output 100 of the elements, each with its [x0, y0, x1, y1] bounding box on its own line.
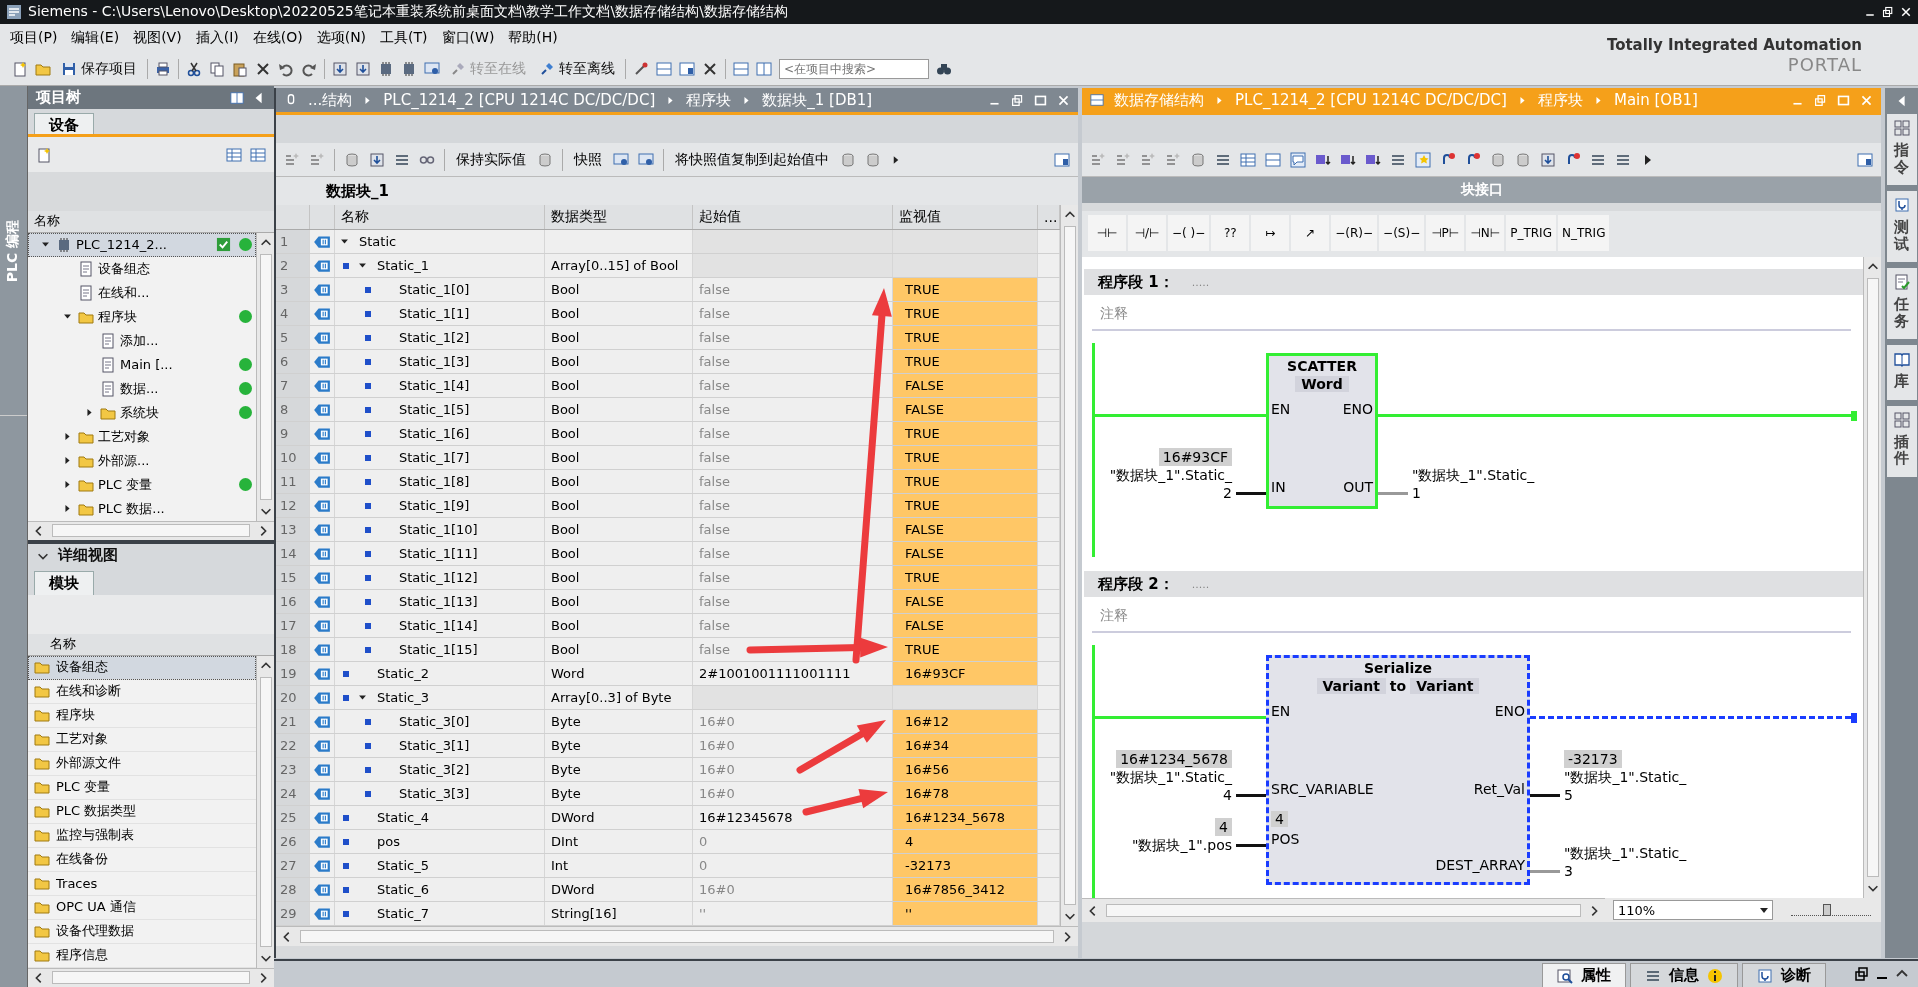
list-item[interactable]: 在线和诊断 [28, 679, 256, 704]
sparkle-icon[interactable] [1165, 151, 1181, 168]
cross-icon[interactable] [702, 61, 718, 77]
scrollbar-thumb[interactable] [1866, 278, 1879, 877]
menu-item[interactable]: 帮助(H) [508, 29, 558, 47]
comment-field[interactable]: 注释 [1092, 299, 1851, 331]
menu-item[interactable]: 插入(I) [195, 29, 239, 47]
instruction-button[interactable]: ↗ [1291, 215, 1330, 251]
toolbar-button[interactable]: 保持实际值 [454, 150, 528, 169]
tree-item[interactable]: PLC 数据... [28, 496, 256, 521]
list-item[interactable]: PLC 数据类型 [28, 799, 256, 824]
sparkle-icon[interactable] [1115, 151, 1131, 168]
tools-icon[interactable] [633, 61, 649, 77]
instruction-button[interactable]: N_TRIG [1557, 215, 1610, 251]
list-item[interactable]: 设备代理数据 [28, 919, 256, 944]
collapsed-arrow-icon[interactable] [62, 503, 73, 515]
table-icon[interactable] [226, 146, 242, 163]
expanded-arrow-icon[interactable] [357, 692, 368, 703]
tree-item[interactable]: PLC 变量 [28, 472, 256, 497]
panel-icon[interactable] [679, 61, 695, 77]
instruction-button[interactable]: ⊣N⊢ [1466, 215, 1505, 251]
cylinder-icon[interactable] [1490, 151, 1506, 168]
task-card-tab[interactable]: 插件 [1886, 405, 1917, 477]
list-item[interactable]: 外部源文件 [28, 751, 256, 776]
sparkle-icon[interactable] [309, 151, 325, 168]
zoom-slider[interactable] [1791, 904, 1871, 916]
scrollbar-thumb[interactable] [259, 253, 272, 500]
tab[interactable]: 设备 [34, 113, 94, 135]
data-type-selector[interactable]: Variant [1316, 678, 1386, 694]
scrollbar-thumb[interactable] [259, 676, 272, 947]
instruction-button[interactable]: −(R)− [1331, 215, 1378, 251]
download-icon[interactable] [369, 151, 385, 168]
tree-item[interactable]: 添加... [28, 328, 256, 353]
cylinder-icon[interactable] [1190, 151, 1206, 168]
table-icon[interactable] [1240, 151, 1256, 168]
download-icon[interactable] [1540, 151, 1556, 168]
panel-icon[interactable] [1054, 151, 1070, 168]
expanded-arrow-icon[interactable] [357, 260, 368, 271]
toolbar-button[interactable]: 将快照值复制到起始值中 [673, 150, 831, 169]
cylinder-icon[interactable] [840, 151, 856, 168]
split-view-icon[interactable] [756, 61, 772, 77]
menu-item[interactable]: 工具(T) [380, 29, 428, 47]
breadcrumb-item[interactable]: 程序块 [686, 90, 732, 110]
undo-icon[interactable] [278, 61, 294, 77]
scrollbar-thumb[interactable] [1106, 904, 1581, 917]
maximize-icon[interactable] [1034, 93, 1047, 107]
new-document-icon[interactable] [36, 146, 52, 163]
cylinder-icon[interactable] [865, 151, 881, 168]
list-item[interactable]: 在线备份 [28, 847, 256, 872]
table-icon[interactable] [250, 146, 266, 163]
cut-icon[interactable] [186, 61, 202, 77]
monitor-icon[interactable] [424, 61, 440, 77]
comment-field[interactable]: 注释 [1092, 601, 1851, 633]
tab[interactable]: 诊断 [1742, 963, 1826, 987]
tree-item[interactable]: 程序块 [28, 304, 256, 329]
data-type-selector[interactable]: Word [1295, 376, 1349, 392]
instruction-button[interactable]: P_TRIG [1506, 215, 1556, 251]
folder-icon[interactable] [35, 61, 51, 77]
collapsed-arrow-icon[interactable] [62, 479, 73, 491]
list-item[interactable]: 程序信息 [28, 943, 256, 968]
menu-item[interactable]: 选项(N) [316, 29, 367, 47]
list-item[interactable]: 设备组态 [28, 655, 256, 680]
chip-icon[interactable] [401, 61, 417, 77]
tree-item[interactable]: 在线和... [28, 280, 256, 305]
cross-icon[interactable] [255, 61, 271, 77]
window-icon[interactable] [656, 61, 672, 77]
sparkle-icon[interactable] [284, 151, 300, 168]
scrollbar-thumb[interactable] [52, 971, 250, 985]
sparkle-icon[interactable] [1090, 151, 1106, 168]
monitor-icon[interactable] [638, 151, 654, 168]
task-card-tab[interactable]: 指令 [1886, 114, 1917, 185]
panel-icon[interactable] [1857, 151, 1873, 168]
restore-icon[interactable] [1882, 6, 1894, 18]
instruction-button[interactable]: −( )− [1168, 215, 1210, 251]
list-item[interactable]: 程序块 [28, 703, 256, 728]
split-view-icon[interactable] [230, 90, 244, 105]
download-icon[interactable] [332, 61, 348, 77]
list-item[interactable]: PLC 变量 [28, 775, 256, 800]
list-item[interactable]: OPC UA 通信 [28, 895, 256, 920]
new-document-icon[interactable] [12, 61, 28, 77]
menu-item[interactable]: 在线(O) [252, 29, 303, 47]
task-card-tab[interactable]: 库 [1886, 345, 1917, 400]
tree-item[interactable]: Main [... [28, 352, 256, 377]
chip-icon[interactable] [378, 61, 394, 77]
tree-item[interactable]: PLC_1214_2... [28, 232, 256, 257]
tree-item[interactable]: 系统块 [28, 400, 256, 425]
instruction-button[interactable]: ⊣/⊢ [1128, 215, 1166, 251]
scrollbar-thumb[interactable] [52, 524, 250, 538]
cylinder-icon[interactable] [537, 151, 553, 168]
collapsed-arrow-icon[interactable] [84, 407, 95, 419]
sparkle-icon[interactable] [1140, 151, 1156, 168]
menu-item[interactable]: 项目(P) [10, 29, 58, 47]
redo-icon[interactable] [301, 61, 317, 77]
menu-item[interactable]: 视图(V) [133, 29, 182, 47]
printer-icon[interactable] [155, 61, 171, 77]
zoom-dropdown[interactable]: 110% [1613, 900, 1773, 920]
menu-item[interactable]: 窗口(W) [441, 29, 495, 47]
toolbar-button[interactable]: 快照 [572, 150, 604, 169]
collapsed-arrow-icon[interactable] [62, 431, 73, 443]
search-field[interactable]: <在项目中搜索> [779, 59, 929, 79]
